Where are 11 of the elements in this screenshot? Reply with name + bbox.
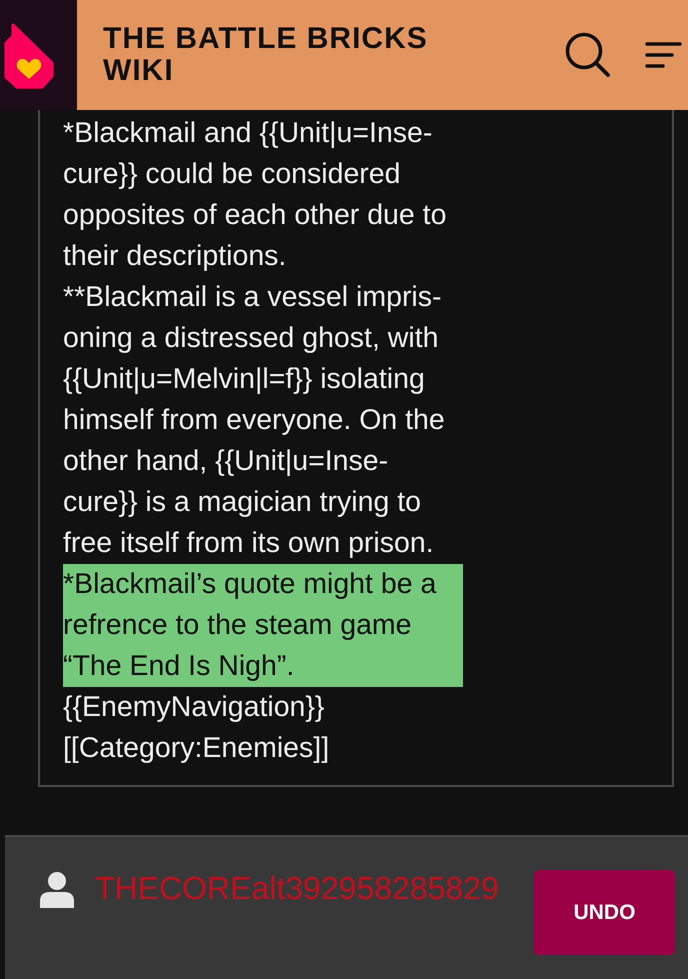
highlighted-wikitext: *Blackmail’s quote might be a refrence to the steam game “The End Is Nigh”. [63,564,463,687]
wikitext: **Blackmail is a vessel impris- oning a distressed ghost, with {{Unit|u=Melvin|l=f}} isolating himself from everyone. On the other hand, {{Unit|u=Inse- cure}} is a magician trying to free itself from its own prison. [63,280,446,561]
undo-button[interactable]: UNDO [534,870,675,955]
wikitext: *Blackmail and {{Unit|u=Inse- cure}} could be considered opposites of each other due to their descriptions. [63,116,448,274]
search-icon[interactable] [565,32,611,78]
wikitext: {{EnemyNavigation}} [63,690,326,725]
wikitext: [[Category:Enemies]] [63,731,330,766]
menu-icon[interactable] [645,42,682,68]
user-icon [40,872,74,908]
flame-heart-icon[interactable] [4,23,54,89]
wiki-title[interactable]: THE BATTLE BRICKS WIKI [103,23,483,87]
